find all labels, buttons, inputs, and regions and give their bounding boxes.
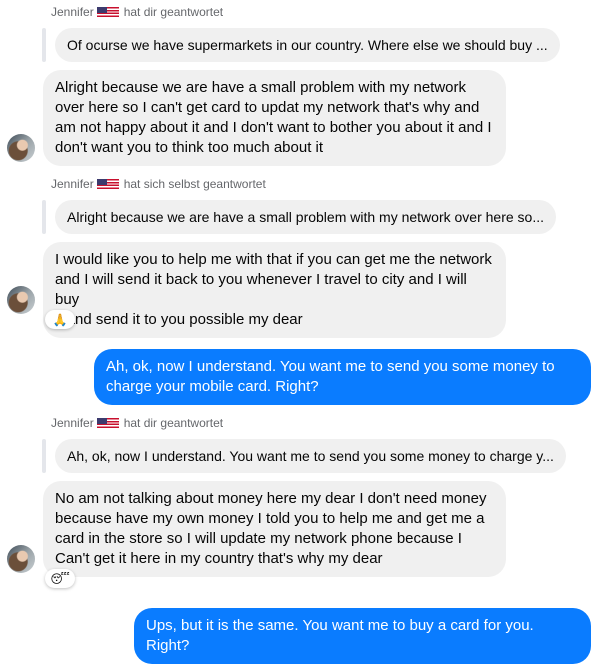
reply-action: hat dir geantwortet — [123, 5, 224, 19]
quote-bar — [42, 28, 46, 62]
reply-header: Jennifer hat dir geantwortet — [51, 416, 223, 430]
outgoing-message[interactable]: Ah, ok, now I understand. You want me to… — [94, 349, 591, 405]
message-line: am not happy about it and I don't want t… — [55, 119, 492, 136]
incoming-message[interactable]: No am not talking about money here my de… — [43, 481, 506, 577]
message-line: card in the store so I will update my ne… — [55, 530, 462, 547]
reply-action: hat sich selbst geantwortet — [123, 177, 266, 191]
message-line: don't want you to think too much about i… — [55, 139, 324, 156]
quoted-message[interactable]: Of ocurse we have supermarkets in our co… — [55, 28, 560, 62]
message-line: charge your mobile card. Right? — [106, 378, 319, 395]
quote-bar — [42, 200, 46, 234]
avatar[interactable] — [7, 134, 35, 162]
incoming-message[interactable]: Alright because we are have a small prob… — [43, 70, 506, 166]
avatar[interactable] — [7, 545, 35, 573]
us-flag-icon — [96, 418, 119, 428]
reaction-badge[interactable]: 😴 — [45, 569, 75, 588]
message-line: and I will send it back to you whenever … — [55, 271, 467, 308]
outgoing-message[interactable]: Ups, but it is the same. You want me to … — [134, 608, 591, 664]
avatar[interactable] — [7, 286, 35, 314]
message-line: because have my own money I told you to … — [55, 510, 485, 527]
message-line: Can't get it here in my country that's w… — [55, 550, 383, 567]
quoted-message[interactable]: Alright because we are have a small prob… — [55, 200, 556, 234]
reply-header: Jennifer hat sich selbst geantwortet — [51, 177, 266, 191]
message-line: No am not talking about money here my de… — [55, 490, 487, 507]
message-line: Ups, but it is the same. You want me to … — [146, 617, 534, 654]
quote-bar — [42, 439, 46, 473]
us-flag-icon — [96, 179, 119, 189]
reply-sender: Jennifer — [51, 5, 94, 19]
quoted-message[interactable]: Ah, ok, now I understand. You want me to… — [55, 439, 566, 473]
message-line: Alright because we are have a small prob… — [55, 79, 467, 96]
us-flag-icon — [96, 7, 119, 17]
message-line: over here so I can't get card to updat m… — [55, 99, 480, 116]
incoming-message[interactable]: I would like you to help me with that if… — [43, 242, 506, 338]
reply-sender: Jennifer — [51, 416, 94, 430]
reply-action: hat dir geantwortet — [123, 416, 224, 430]
reply-sender: Jennifer — [51, 177, 94, 191]
message-line: Ah, ok, now I understand. You want me to… — [106, 358, 555, 375]
message-line: I would like you to help me with that if… — [55, 251, 492, 268]
message-line: it and send it to you possible my dear — [55, 311, 303, 328]
reply-header: Jennifer hat dir geantwortet — [51, 5, 223, 19]
reaction-badge[interactable]: 🙏 — [45, 310, 75, 329]
